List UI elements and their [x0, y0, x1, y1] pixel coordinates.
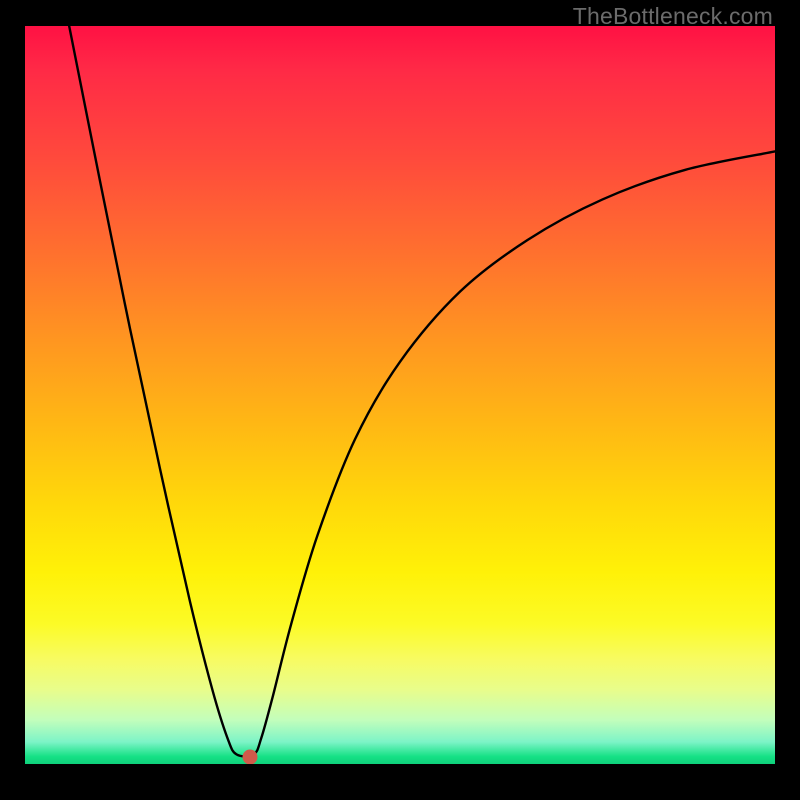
bottleneck-curve [25, 26, 775, 764]
optimal-point-dot [243, 749, 258, 764]
plot-area [25, 26, 775, 764]
curve-path [66, 26, 775, 756]
chart-frame: TheBottleneck.com [0, 0, 800, 800]
watermark-text: TheBottleneck.com [573, 3, 773, 30]
